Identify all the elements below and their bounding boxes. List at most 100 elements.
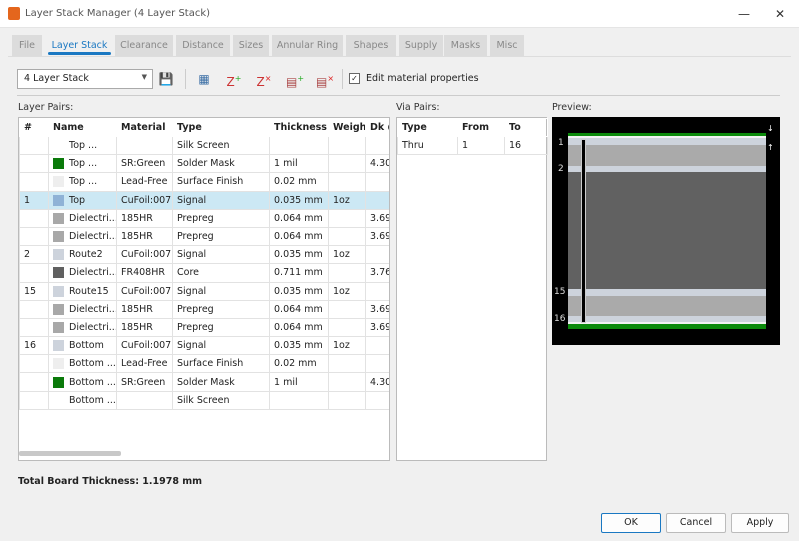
layer-color-swatch[interactable] xyxy=(53,303,64,315)
table-row[interactable]: 16 Bottom CuFoil:007 Signal 0.035 mm 1oz xyxy=(19,336,389,356)
table-row[interactable]: 1 Top CuFoil:007 Signal 0.035 mm 1oz xyxy=(19,190,389,210)
minimize-button[interactable]: — xyxy=(729,4,759,24)
calculator-icon[interactable]: ▦ xyxy=(196,71,212,87)
table-row[interactable]: Dielectri... FR408HR Core 0.711 mm 3.76 xyxy=(19,263,389,283)
tab-misc[interactable]: Misc xyxy=(490,35,524,56)
column-header[interactable]: # xyxy=(19,118,49,137)
column-header[interactable]: Weight xyxy=(328,118,366,137)
cell-text: Prepreg xyxy=(177,321,214,333)
stack-select[interactable]: 4 Layer Stack ▼ xyxy=(17,69,153,89)
layer-color-swatch[interactable] xyxy=(53,212,64,224)
cell-num xyxy=(19,372,49,392)
cell-num xyxy=(19,317,49,338)
horizontal-scrollbar[interactable] xyxy=(19,451,121,456)
table-row[interactable]: Top ... Lead-Free Surface Finish 0.02 mm xyxy=(19,172,389,192)
cell-dk: 3.69 xyxy=(365,226,389,247)
column-header[interactable]: Type xyxy=(397,118,458,137)
cell-weight xyxy=(328,372,366,392)
layer-15 xyxy=(568,289,766,296)
tab-distance[interactable]: Distance xyxy=(176,35,230,56)
cell-text: Bottom ... xyxy=(69,394,116,406)
layer-color-swatch[interactable] xyxy=(53,249,64,261)
layer-color-swatch[interactable] xyxy=(53,176,64,188)
cell-text: Silk Screen xyxy=(177,140,230,152)
app-icon xyxy=(8,7,20,20)
edit-material-checkbox[interactable]: ✓ xyxy=(349,73,360,84)
table-row[interactable]: Dielectri... 185HR Prepreg 0.064 mm 3.69 xyxy=(19,317,389,338)
close-button[interactable]: ✕ xyxy=(765,4,795,24)
save-stack-icon[interactable]: 💾 xyxy=(158,71,174,87)
cell-name: Bottom ... xyxy=(48,390,117,410)
table-row[interactable]: Bottom ... SR:Green Solder Mask 1 mil 4.30 xyxy=(19,372,389,392)
via-pairs-table: Type From To Thru 1 16 xyxy=(396,117,548,461)
column-header[interactable]: Type xyxy=(172,118,270,137)
cell-text: Lead-Free xyxy=(121,176,168,188)
cell-dk xyxy=(365,172,389,192)
add-layer-pair-icon[interactable]: Z+ xyxy=(226,71,242,89)
table-row[interactable]: Dielectri... 185HR Prepreg 0.064 mm 3.69 xyxy=(19,226,389,247)
cell-text: 16 xyxy=(24,340,37,352)
preview-layer-label: 2 xyxy=(558,164,564,174)
layer-color-swatch[interactable] xyxy=(53,285,64,297)
layer-color-swatch[interactable] xyxy=(53,321,64,333)
table-row[interactable]: Top ... SR:Green Solder Mask 1 mil 4.30 xyxy=(19,154,389,174)
column-header[interactable]: To xyxy=(504,118,548,137)
cell-text: 0.035 mm xyxy=(274,340,323,352)
cell-type: Core xyxy=(172,263,270,283)
prepreg-bottom xyxy=(568,296,766,316)
column-header[interactable]: Dk @ xyxy=(365,118,389,137)
tab-clearance[interactable]: Clearance xyxy=(115,35,173,56)
cell-text: Silk Screen xyxy=(177,394,230,406)
cell-num xyxy=(19,390,49,410)
layer-color-swatch[interactable] xyxy=(53,376,64,388)
layer-color-swatch[interactable] xyxy=(53,231,64,243)
tab-shapes[interactable]: Shapes xyxy=(346,35,396,56)
layer-color-swatch[interactable] xyxy=(53,267,64,279)
remove-layer-pair-icon[interactable]: Z× xyxy=(256,71,272,89)
table-row[interactable]: Bottom ... Lead-Free Surface Finish 0.02 mm xyxy=(19,354,389,374)
cell-thickness: 0.064 mm xyxy=(269,317,329,338)
cell-text: 1oz xyxy=(333,249,350,261)
tab-file[interactable]: File xyxy=(12,35,42,56)
tab-sizes[interactable]: Sizes xyxy=(233,35,269,56)
table-row[interactable]: Bottom ... Silk Screen xyxy=(19,390,389,410)
cell-text: 0.064 mm xyxy=(274,231,323,243)
table-row[interactable]: 15 Route15 CuFoil:007 Signal 0.035 mm 1oz xyxy=(19,281,389,301)
tab-supply[interactable]: Supply xyxy=(399,35,443,56)
table-row[interactable]: 2 Route2 CuFoil:007 Signal 0.035 mm 1oz xyxy=(19,245,389,265)
add-layer-icon[interactable]: ▤+ xyxy=(286,71,304,89)
cell-name: Dielectri... xyxy=(48,299,117,319)
cell-num: 16 xyxy=(19,336,49,356)
cell-thickness: 0.035 mm xyxy=(269,281,329,301)
ok-button[interactable]: OK xyxy=(601,513,661,533)
column-header[interactable]: Thickness xyxy=(269,118,329,137)
layer-color-swatch[interactable] xyxy=(53,395,64,406)
stack-select-value: 4 Layer Stack xyxy=(24,73,89,84)
cell-thickness: 0.064 mm xyxy=(269,226,329,247)
table-row[interactable]: Dielectri... 185HR Prepreg 0.064 mm 3.69 xyxy=(19,208,389,228)
layer-color-swatch[interactable] xyxy=(53,140,64,151)
layer-color-swatch[interactable] xyxy=(53,340,64,352)
layer-color-swatch[interactable] xyxy=(53,358,64,370)
cell-thickness xyxy=(269,135,329,156)
cell-num xyxy=(19,299,49,319)
cell-name: Bottom ... xyxy=(48,354,117,374)
table-row[interactable]: Top ... Silk Screen xyxy=(19,135,389,156)
layer-color-swatch[interactable] xyxy=(53,158,64,170)
remove-layer-icon[interactable]: ▤× xyxy=(316,71,334,89)
table-row[interactable]: Dielectri... 185HR Prepreg 0.064 mm 3.69 xyxy=(19,299,389,319)
cell-text: Dielectri... xyxy=(69,267,117,279)
cell-text: Bottom xyxy=(69,340,104,352)
tab-masks[interactable]: Masks xyxy=(444,35,487,56)
cancel-button[interactable]: Cancel xyxy=(666,513,726,533)
tab-annular-ring[interactable]: Annular Ring xyxy=(272,35,343,56)
column-header[interactable]: Name xyxy=(48,118,117,137)
chevron-down-icon: ▼ xyxy=(141,73,147,81)
tab-layer-stack[interactable]: Layer Stack xyxy=(46,35,113,56)
layer-color-swatch[interactable] xyxy=(53,194,64,206)
column-header[interactable]: Material xyxy=(116,118,173,137)
column-header[interactable]: From xyxy=(457,118,505,137)
cell-thickness: 0.711 mm xyxy=(269,263,329,283)
apply-button[interactable]: Apply xyxy=(731,513,789,533)
via-row[interactable]: Thru 1 16 xyxy=(397,135,548,156)
